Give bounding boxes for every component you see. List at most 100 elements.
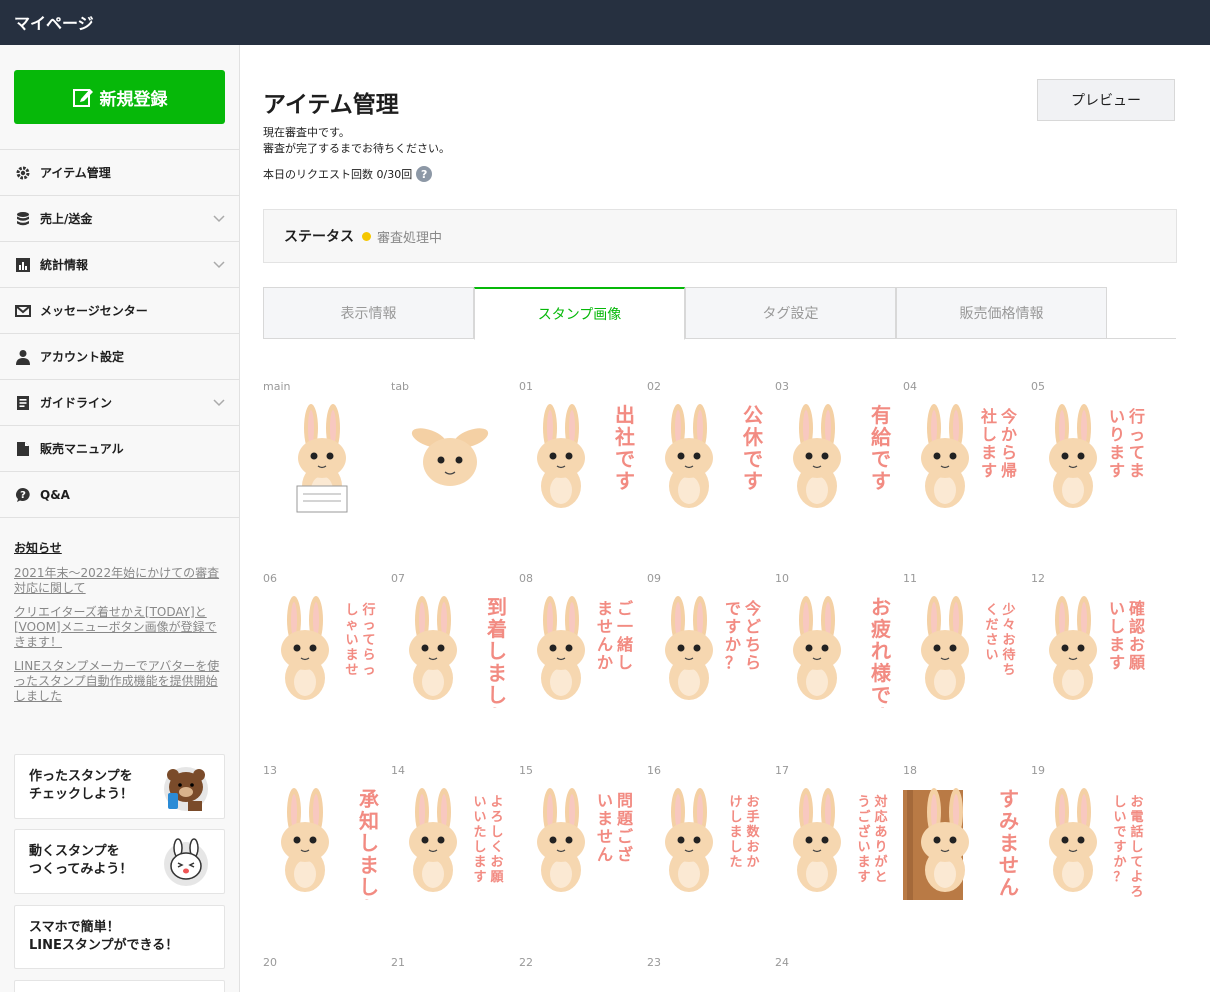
stamp-cell[interactable]: 05 行ってまいります (1031, 380, 1159, 508)
stamp-cell[interactable]: 01 出社です (519, 380, 647, 508)
stamp-text-char: ま (1129, 461, 1145, 480)
stamp-text-char: 帰 (1001, 461, 1017, 480)
stamp-text-char: す (743, 469, 763, 493)
tab-stamp-images[interactable]: スタンプ画像 (474, 287, 685, 340)
stamp-text-char: お (1002, 633, 1015, 648)
stamp-text-char: で (871, 447, 891, 471)
stamp-text-char: ら (745, 653, 761, 672)
question-icon: ? (14, 486, 32, 504)
sidebar-item-message-center[interactable]: メッセージセンター (0, 288, 239, 334)
rabbit-stamp-image: 出社です (537, 403, 635, 508)
tab-display-info[interactable]: 表示情報 (263, 287, 474, 339)
stamp-text-char: 手 (746, 809, 759, 825)
stamp-text-char: っ (362, 663, 375, 678)
sidebar-item-item-management[interactable]: アイテム管理 (0, 150, 239, 196)
stamp-text-char: た (729, 855, 742, 870)
news-link[interactable]: LINEスタンプメーカーでアバターを使ったスタンプ自動作成機能を提供開始しました (14, 659, 224, 704)
stamp-cell[interactable]: 07 到着しました (391, 572, 519, 708)
stamp-text-char: 問 (617, 791, 633, 810)
stamp-label: 01 (519, 380, 533, 393)
stamp-text-char: ま (857, 855, 870, 870)
tab-sales-price[interactable]: 販売価格情報 (896, 287, 1107, 339)
sidebar-item-account-settings[interactable]: アカウント設定 (0, 334, 239, 380)
stamp-cell[interactable]: 03 有給です (775, 380, 903, 508)
stamp-text-char: ま (1109, 443, 1125, 462)
stamp-text-char: せ (597, 827, 613, 846)
stamp-cell[interactable]: 02 公休です (647, 380, 775, 508)
promo-check-stamps[interactable]: 作ったスタンプを チェックしよう！ (14, 754, 225, 819)
stamp-text-char: ま (981, 443, 997, 462)
request-count: 本日のリクエスト回数 0/30回 ? (263, 166, 433, 182)
tab-tag-settings[interactable]: タグ設定 (685, 287, 896, 339)
stamp-text-char: ご (617, 599, 633, 618)
stamp-text-char: ろ (490, 810, 503, 825)
stamp-cell[interactable]: 06 行ってらっしゃいませ (263, 572, 391, 700)
promo-smartphone[interactable]: スマホで簡単！ LINEスタンプができる！ (14, 905, 225, 969)
news-heading[interactable]: お知らせ (14, 539, 224, 556)
stamp-text-char: 行 (361, 602, 375, 618)
stamp-cell[interactable]: 20 (263, 956, 391, 972)
rabbit-stamp-image (296, 404, 348, 513)
stamp-text-char: ま (999, 831, 1019, 855)
stamp-cell[interactable]: 10 お疲れ様です (775, 572, 903, 708)
news-link[interactable]: クリエイターズ着せかえ[TODAY]と[VOOM]メニューボタン画像が登録できま… (14, 605, 224, 650)
rabbit-stamp-image: 対応ありがと うございます (793, 788, 888, 892)
stamp-text-char: 今 (1000, 407, 1017, 426)
stamp-text-char: 確 (1129, 599, 1145, 618)
stamp-text-char: で (615, 447, 635, 471)
stamp-label: 17 (775, 764, 789, 777)
stamp-cell[interactable]: 09 今どちら ですか？ (647, 572, 775, 700)
sidebar-item-qa[interactable]: ? Q&A (0, 472, 239, 518)
stamp-label: 14 (391, 764, 405, 777)
stamp-cell[interactable]: 16 お手数おか けしました (647, 764, 775, 892)
stamp-text-char: ま (1109, 635, 1125, 654)
promo-animated-stamps[interactable]: 動くスタンプを つくってみよう！ (14, 829, 225, 894)
new-register-button[interactable]: 新規登録 (14, 70, 225, 124)
stamp-text-char: 認 (1129, 617, 1145, 636)
rabbit-stamp-image: お電話してよろ しいですか？ (1049, 788, 1144, 900)
stamp-cell[interactable]: 22 (519, 956, 647, 972)
news-link[interactable]: 2021年末～2022年始にかけての審査対応に関して (14, 566, 224, 596)
stamp-cell[interactable]: 17 対応ありがと うございます (775, 764, 903, 892)
notice-line: 現在審査中です。 (263, 126, 350, 139)
stamp-cell[interactable]: 18 すみません (903, 764, 1031, 900)
stamp-text-char: た (487, 705, 507, 708)
promo-extra[interactable] (14, 980, 225, 992)
stamp-text-char: ま (487, 661, 507, 685)
sidebar-item-label: 統計情報 (40, 258, 89, 272)
sidebar-item-guidelines[interactable]: ガイドライン (0, 380, 239, 426)
stamp-cell[interactable]: tab (391, 380, 519, 486)
chevron-down-icon (213, 399, 225, 407)
help-icon[interactable]: ? (416, 166, 433, 182)
sidebar-item-sales-manual[interactable]: 販売マニュアル (0, 426, 239, 472)
rabbit-stamp-image: 公休です (665, 403, 764, 508)
status-label: ステータス (284, 229, 354, 245)
stamp-text-char: だ (985, 618, 998, 633)
stamp-cell[interactable]: 24 (775, 956, 903, 972)
stamp-text-char: ど (745, 617, 761, 636)
stamp-cell[interactable]: 14 よろしくお願 いいたします (391, 764, 519, 892)
stamp-text-char: い (985, 648, 998, 663)
stamp-text-char: ざ (857, 824, 870, 840)
stamp-cell[interactable]: 13 承知しました (263, 764, 391, 900)
stamp-text-char: ？ (725, 653, 741, 672)
stamp-cell[interactable]: 15 問題ござ いません (519, 764, 647, 892)
stamp-cell[interactable]: 04 今から帰 社します (903, 380, 1031, 508)
svg-text:?: ? (20, 490, 26, 501)
sidebar-item-sales[interactable]: 売上/送金 (0, 196, 239, 242)
stamp-cell[interactable]: 23 (647, 956, 775, 972)
stamp-text-char: せ (597, 617, 613, 636)
stamp-text-char: し (617, 653, 633, 672)
stamp-text-char: 題 (617, 809, 634, 828)
stamp-cell[interactable]: 19 お電話してよろ しいですか？ (1031, 764, 1159, 900)
stamp-cell[interactable]: 11 少々お待ち ください (903, 572, 1031, 700)
stamp-text-char: お (1129, 635, 1145, 654)
stamp-cell[interactable]: main (263, 380, 391, 513)
stamp-cell[interactable]: 21 (391, 956, 519, 972)
stamp-cell[interactable]: 08 ご一緒し ませんか (519, 572, 647, 700)
sidebar-item-statistics[interactable]: 統計情報 (0, 242, 239, 288)
stamp-label: 20 (263, 956, 277, 969)
stamp-cell[interactable]: 12 確認お願 いします (1031, 572, 1159, 700)
preview-button[interactable]: プレビュー (1037, 79, 1175, 121)
stamp-text-char: 緒 (617, 635, 633, 654)
